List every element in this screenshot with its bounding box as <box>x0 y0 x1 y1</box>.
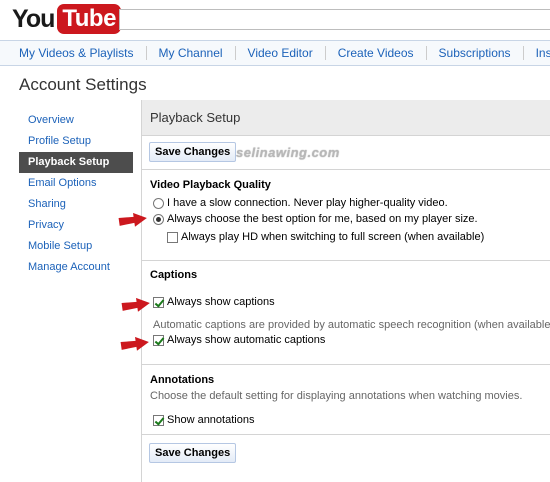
youtube-logo[interactable]: You Tube <box>12 4 121 34</box>
red-arrow-icon <box>120 337 149 351</box>
annotations-section: Annotations Choose the default setting f… <box>142 365 550 435</box>
radio-best-icon[interactable] <box>153 213 164 225</box>
sidebar-item-privacy[interactable]: Privacy <box>19 215 133 236</box>
checkbox-always-show-automatic-captions[interactable]: Always show automatic captions <box>153 334 325 346</box>
annotations-note: Choose the default setting for displayin… <box>150 390 523 402</box>
search-input[interactable] <box>119 9 550 30</box>
sidebar-item-email-options[interactable]: Email Options <box>19 173 133 194</box>
auto-captions-checkbox-label: Always show automatic captions <box>167 334 326 346</box>
top-nav: My Videos & Playlists My Channel Video E… <box>0 40 550 66</box>
nav-subscriptions[interactable]: Subscriptions <box>427 46 524 60</box>
nav-insight[interactable]: Insight <box>524 46 550 60</box>
sidebar-item-overview[interactable]: Overview <box>19 110 133 131</box>
checkbox-show-annotations[interactable]: Show annotations <box>153 414 254 426</box>
radio-best-label: Always choose the best option for me, ba… <box>167 213 478 225</box>
sidebar-item-profile-setup[interactable]: Profile Setup <box>19 131 133 152</box>
logo-you-text: You <box>12 4 55 33</box>
sidebar-item-manage-account[interactable]: Manage Account <box>19 257 133 278</box>
auto-captions-note: Automatic captions are provided by autom… <box>153 319 550 331</box>
nav-my-channel[interactable]: My Channel <box>147 46 236 60</box>
checkbox-always-show-captions[interactable]: Always show captions <box>153 296 275 308</box>
page-title: Account Settings <box>19 75 147 94</box>
quality-section: Video Playback Quality I have a slow con… <box>142 171 550 261</box>
top-toolbar: Save Changes selinawing.com <box>142 136 550 170</box>
playback-setup-panel: Playback Setup Save Changes selinawing.c… <box>141 100 550 482</box>
nav-my-videos[interactable]: My Videos & Playlists <box>0 46 147 60</box>
hd-checkbox-icon[interactable] <box>167 231 178 243</box>
red-arrow-icon <box>121 298 150 312</box>
save-changes-button-bottom[interactable]: Save Changes <box>149 443 237 463</box>
hd-checkbox-label: Always play HD when switching to full sc… <box>181 231 485 243</box>
annotations-title: Annotations <box>150 374 215 386</box>
captions-section: Captions Always show captions Automatic … <box>142 261 550 365</box>
annotations-checkbox-label: Show annotations <box>167 414 255 426</box>
radio-slow-icon[interactable] <box>153 197 164 209</box>
radio-slow-connection[interactable]: I have a slow connection. Never play hig… <box>153 197 448 209</box>
panel-title: Playback Setup <box>142 100 550 136</box>
nav-create-videos[interactable]: Create Videos <box>326 46 427 60</box>
bottom-toolbar: Save Changes <box>142 437 550 471</box>
red-arrow-icon <box>118 213 147 227</box>
nav-video-editor[interactable]: Video Editor <box>236 46 326 60</box>
radio-slow-label: I have a slow connection. Never play hig… <box>167 197 448 209</box>
sidebar-item-mobile-setup[interactable]: Mobile Setup <box>19 236 133 257</box>
checkbox-hd-fullscreen[interactable]: Always play HD when switching to full sc… <box>167 231 484 243</box>
sidebar-item-sharing[interactable]: Sharing <box>19 194 133 215</box>
captions-checkbox-icon[interactable] <box>153 296 164 308</box>
auto-captions-checkbox-icon[interactable] <box>153 334 164 346</box>
quality-title: Video Playback Quality <box>150 179 271 191</box>
captions-title: Captions <box>150 269 198 281</box>
settings-sidebar: Overview Profile Setup Playback Setup Em… <box>19 110 133 278</box>
captions-checkbox-label: Always show captions <box>167 296 275 308</box>
annotations-checkbox-icon[interactable] <box>153 414 164 426</box>
watermark: selinawing.com <box>236 145 340 160</box>
sidebar-item-playback-setup[interactable]: Playback Setup <box>19 152 133 173</box>
logo-tube-text: Tube <box>57 4 121 34</box>
radio-best-option[interactable]: Always choose the best option for me, ba… <box>153 213 478 225</box>
save-changes-button-top[interactable]: Save Changes <box>149 142 237 162</box>
